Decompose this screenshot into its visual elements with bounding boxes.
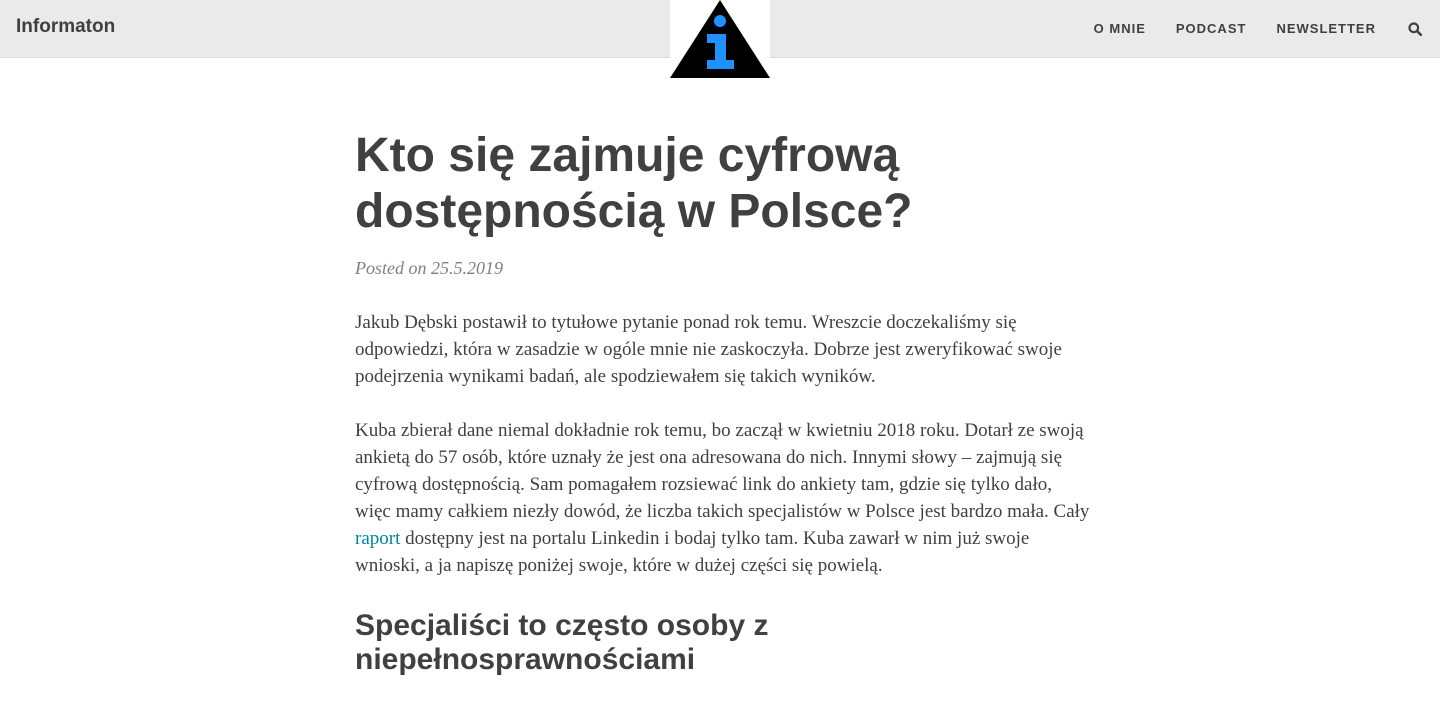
- blog-post: Kto się zajmuje cyfrową dostępnością w P…: [355, 128, 1090, 677]
- post-paragraph-1: Jakub Dębski postawił to tytułowe pytani…: [355, 312, 1062, 387]
- nav-link-newsletter[interactable]: NEWSLETTER: [1276, 21, 1376, 36]
- nav-link-podcast[interactable]: PODCAST: [1176, 21, 1247, 36]
- post-title: Kto się zajmuje cyfrową dostępnością w P…: [355, 129, 913, 238]
- site-logo[interactable]: [670, 0, 770, 80]
- post-subheading: Specjaliści to często osoby z niepełnosp…: [355, 609, 769, 676]
- post-meta: Posted on 25.5.2019: [355, 258, 503, 278]
- paragraph-text: dostępny jest na portalu Linkedin i boda…: [355, 528, 1030, 576]
- main-nav: O MNIE PODCAST NEWSLETTER: [1094, 0, 1440, 57]
- site-brand-link[interactable]: Informaton: [16, 16, 115, 38]
- search-icon: [1408, 21, 1422, 36]
- paragraph-text: Kuba zbierał dane niemal dokładnie rok t…: [355, 420, 1090, 522]
- search-button[interactable]: [1406, 20, 1424, 38]
- post-paragraph-2: Kuba zbierał dane niemal dokładnie rok t…: [355, 417, 1090, 579]
- nav-link-o-mnie[interactable]: O MNIE: [1094, 21, 1146, 36]
- top-navbar: Informaton O MNIE PODCAST NEWSLETTER: [0, 0, 1440, 80]
- raport-link[interactable]: raport: [355, 528, 400, 549]
- info-triangle-icon: [670, 0, 770, 78]
